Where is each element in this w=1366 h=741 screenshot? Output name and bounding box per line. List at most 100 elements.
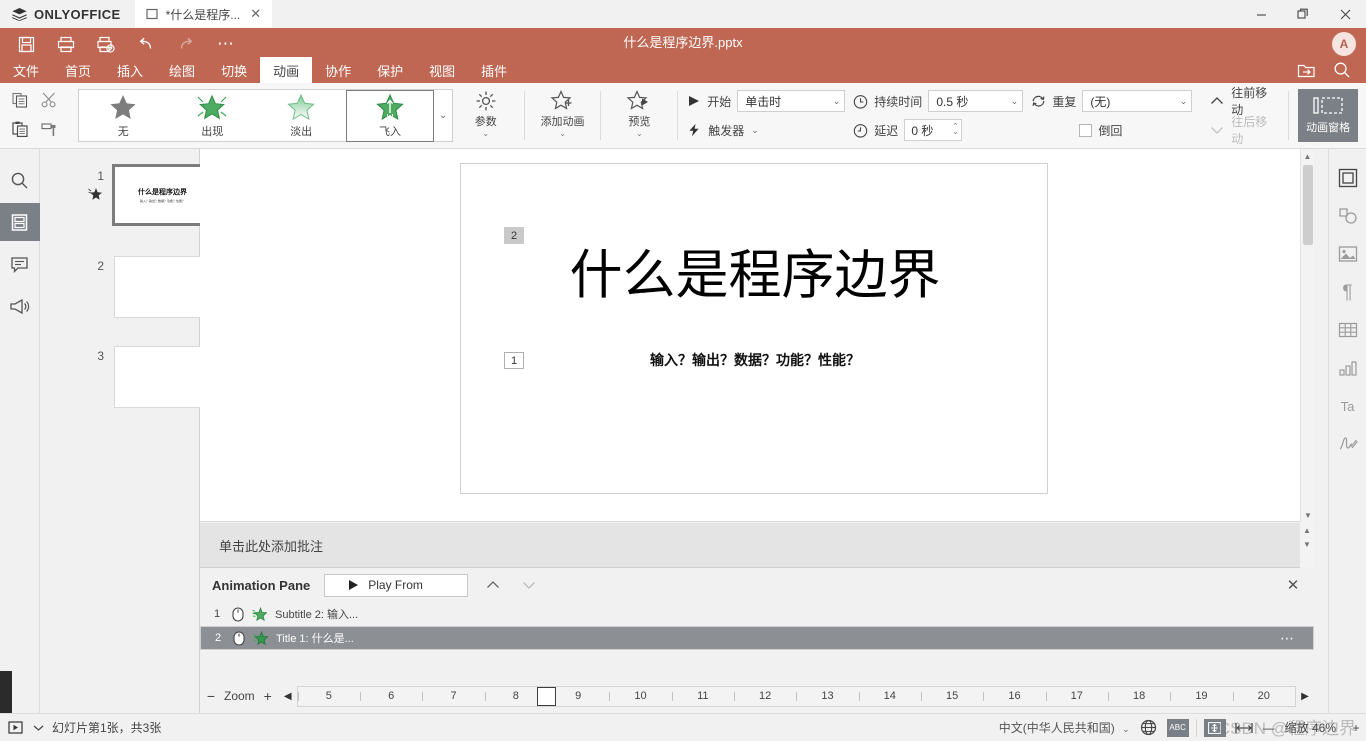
timeline-cursor[interactable] — [537, 686, 557, 706]
timeline-zoom-in-button[interactable]: + — [257, 688, 279, 704]
zoom-level-label[interactable]: 缩放 46% — [1279, 719, 1346, 736]
animation-timeline-ruler[interactable]: 5 6 7 8 9 10 11 12 13 14 15 16 17 18 19 … — [296, 685, 1296, 707]
notes-scroll-down-icon[interactable]: ▼ — [1300, 537, 1314, 551]
slideshow-options-button[interactable] — [30, 714, 46, 741]
document-language-button[interactable]: 中文(中华人民共和国) ⌄ — [995, 719, 1134, 736]
chevron-down-icon[interactable]: ⌄ — [434, 90, 451, 142]
chart-settings-button[interactable] — [1331, 353, 1365, 383]
scroll-down-icon[interactable]: ▼ — [1301, 508, 1315, 522]
tab-home[interactable]: 首页 — [52, 57, 104, 83]
fit-slide-button[interactable] — [1203, 718, 1226, 737]
zoom-in-button[interactable]: + — [1346, 714, 1366, 741]
move-earlier-button[interactable]: 往前移动 — [1210, 86, 1279, 117]
tab-draw[interactable]: 绘图 — [156, 57, 208, 83]
sidebar-comments-button[interactable] — [0, 245, 40, 283]
slide-thumbnail-preview[interactable] — [114, 346, 212, 408]
animation-move-up-button[interactable] — [482, 574, 504, 596]
close-tab-icon[interactable]: ✕ — [248, 6, 263, 22]
animation-order-tag-2[interactable]: 2 — [504, 227, 524, 244]
animation-start-select[interactable]: 单击时 ⌄ — [737, 90, 846, 112]
document-tab[interactable]: *什么是程序... ✕ — [134, 0, 273, 28]
quick-print-button[interactable] — [86, 30, 126, 58]
tab-protection[interactable]: 保护 — [364, 57, 416, 83]
slide-thumbnail-1[interactable]: 1 什么是程序边界 输入？输出？数据？功能？性能？ — [40, 161, 210, 237]
animation-delay-spinner[interactable]: 0 秒 ⌃ ⌄ — [904, 119, 963, 141]
scrollbar-thumb[interactable] — [1303, 165, 1313, 245]
slide-thumbnail-2[interactable]: 2 — [40, 251, 212, 327]
close-animation-pane-button[interactable]: ✕ — [1282, 574, 1304, 596]
undo-button[interactable] — [126, 30, 166, 58]
tab-plugins[interactable]: 插件 — [468, 57, 520, 83]
scroll-up-icon[interactable]: ▲ — [1301, 149, 1314, 163]
slide-thumbnail-preview[interactable] — [114, 256, 212, 318]
animation-effect-fade[interactable]: 淡出 — [257, 90, 346, 142]
sidebar-search-button[interactable] — [0, 161, 40, 199]
shape-settings-button[interactable] — [1331, 201, 1365, 231]
slide-settings-button[interactable] — [1331, 163, 1365, 193]
add-animation-button[interactable]: 添加动画 ⌄ — [530, 83, 596, 148]
tab-animation[interactable]: 动画 — [260, 57, 313, 83]
fit-width-button[interactable] — [1229, 714, 1259, 741]
paste-button[interactable] — [6, 116, 35, 142]
notes-scroll-up-icon[interactable]: ▲ — [1300, 523, 1314, 537]
play-from-button[interactable]: Play From — [324, 573, 469, 597]
print-button[interactable] — [46, 30, 86, 58]
format-painter-button[interactable] — [35, 116, 64, 142]
animation-parameters-button[interactable]: 参数 ⌄ — [453, 83, 519, 148]
tab-file[interactable]: 文件 — [0, 57, 52, 83]
open-file-location-button[interactable] — [1288, 57, 1324, 83]
spellcheck-button[interactable]: ABC — [1166, 718, 1189, 737]
close-window-button[interactable] — [1324, 0, 1366, 28]
zoom-out-button[interactable]: — — [1259, 714, 1279, 741]
redo-button[interactable] — [166, 30, 206, 58]
customize-quick-access-button[interactable]: ⋯ — [206, 30, 246, 58]
animation-move-down-button[interactable] — [518, 574, 540, 596]
table-settings-button[interactable] — [1331, 315, 1365, 345]
move-later-button[interactable]: 往后移动 — [1210, 115, 1279, 146]
canvas-vertical-scrollbar[interactable]: ▲ ▼ — [1300, 149, 1314, 522]
timeline-scroll-left-button[interactable]: ◀ — [279, 691, 297, 702]
animation-duration-select[interactable]: 0.5 秒 ⌄ — [928, 90, 1024, 112]
cut-button[interactable] — [35, 87, 64, 113]
tab-collaboration[interactable]: 协作 — [312, 57, 364, 83]
minimize-button[interactable] — [1240, 0, 1282, 28]
animation-pane-toggle-button[interactable]: 动画窗格 — [1298, 89, 1358, 142]
set-text-language-button[interactable] — [1134, 714, 1164, 741]
animation-repeat-select[interactable]: (无) ⌄ — [1082, 90, 1193, 112]
user-avatar[interactable]: A — [1332, 32, 1356, 56]
animation-rewind-checkbox[interactable] — [1079, 123, 1093, 137]
tab-insert[interactable]: 插入 — [104, 57, 156, 83]
timeline-scroll-right-button[interactable]: ▶ — [1296, 691, 1314, 702]
tab-view[interactable]: 视图 — [416, 57, 468, 83]
current-slide[interactable]: 2 1 什么是程序边界 输入？输出？数据？功能？性能？ — [460, 163, 1048, 494]
tab-transitions[interactable]: 切换 — [208, 57, 260, 83]
search-button[interactable] — [1324, 57, 1360, 83]
animation-list-item-1[interactable]: 1 Subtitle 2: 输入... — [200, 602, 1314, 626]
animation-effect-flyin[interactable]: 飞入 — [345, 89, 435, 142]
save-button[interactable] — [6, 30, 46, 58]
signature-settings-button[interactable] — [1331, 429, 1365, 459]
maximize-button[interactable] — [1282, 0, 1324, 28]
animation-item-menu-icon[interactable]: ⋯ — [1280, 630, 1295, 647]
paragraph-settings-button[interactable]: ¶ — [1331, 277, 1365, 307]
animation-effect-appear[interactable]: 出现 — [168, 90, 257, 142]
animation-trigger-button[interactable]: 触发器 ⌄ — [687, 119, 845, 141]
sidebar-slides-button[interactable] — [0, 203, 40, 241]
copy-button[interactable] — [6, 87, 35, 113]
text-art-settings-button[interactable]: Ta — [1331, 391, 1365, 421]
start-slideshow-button[interactable] — [0, 714, 30, 741]
slide-thumbnail-preview[interactable]: 什么是程序边界 输入？输出？数据？功能？性能？ — [112, 164, 210, 226]
slide-thumbnail-3[interactable]: 3 — [40, 341, 212, 417]
slide-notes-area[interactable]: 单击此处添加批注 — [200, 523, 1314, 568]
notes-vertical-scrollbar[interactable]: ▲ ▼ — [1300, 523, 1314, 568]
timeline-zoom-out-button[interactable]: − — [200, 688, 222, 704]
image-settings-button[interactable] — [1331, 239, 1365, 269]
spinner-arrows-icon[interactable]: ⌃ ⌄ — [952, 123, 958, 136]
preview-animation-button[interactable]: 预览 ⌄ — [606, 83, 672, 148]
slide-title-placeholder[interactable]: 什么是程序边界 — [461, 246, 1049, 306]
animation-effect-none[interactable]: 无 — [79, 90, 168, 142]
sidebar-feedback-button[interactable] — [0, 287, 40, 325]
animation-list-item-2[interactable]: 2 Title 1: 什么是... ⋯ — [200, 626, 1314, 650]
slide-animation-badge-icon[interactable] — [88, 187, 102, 206]
slide-subtitle-placeholder[interactable]: 输入？输出？数据？功能？性能？ — [461, 350, 1049, 370]
